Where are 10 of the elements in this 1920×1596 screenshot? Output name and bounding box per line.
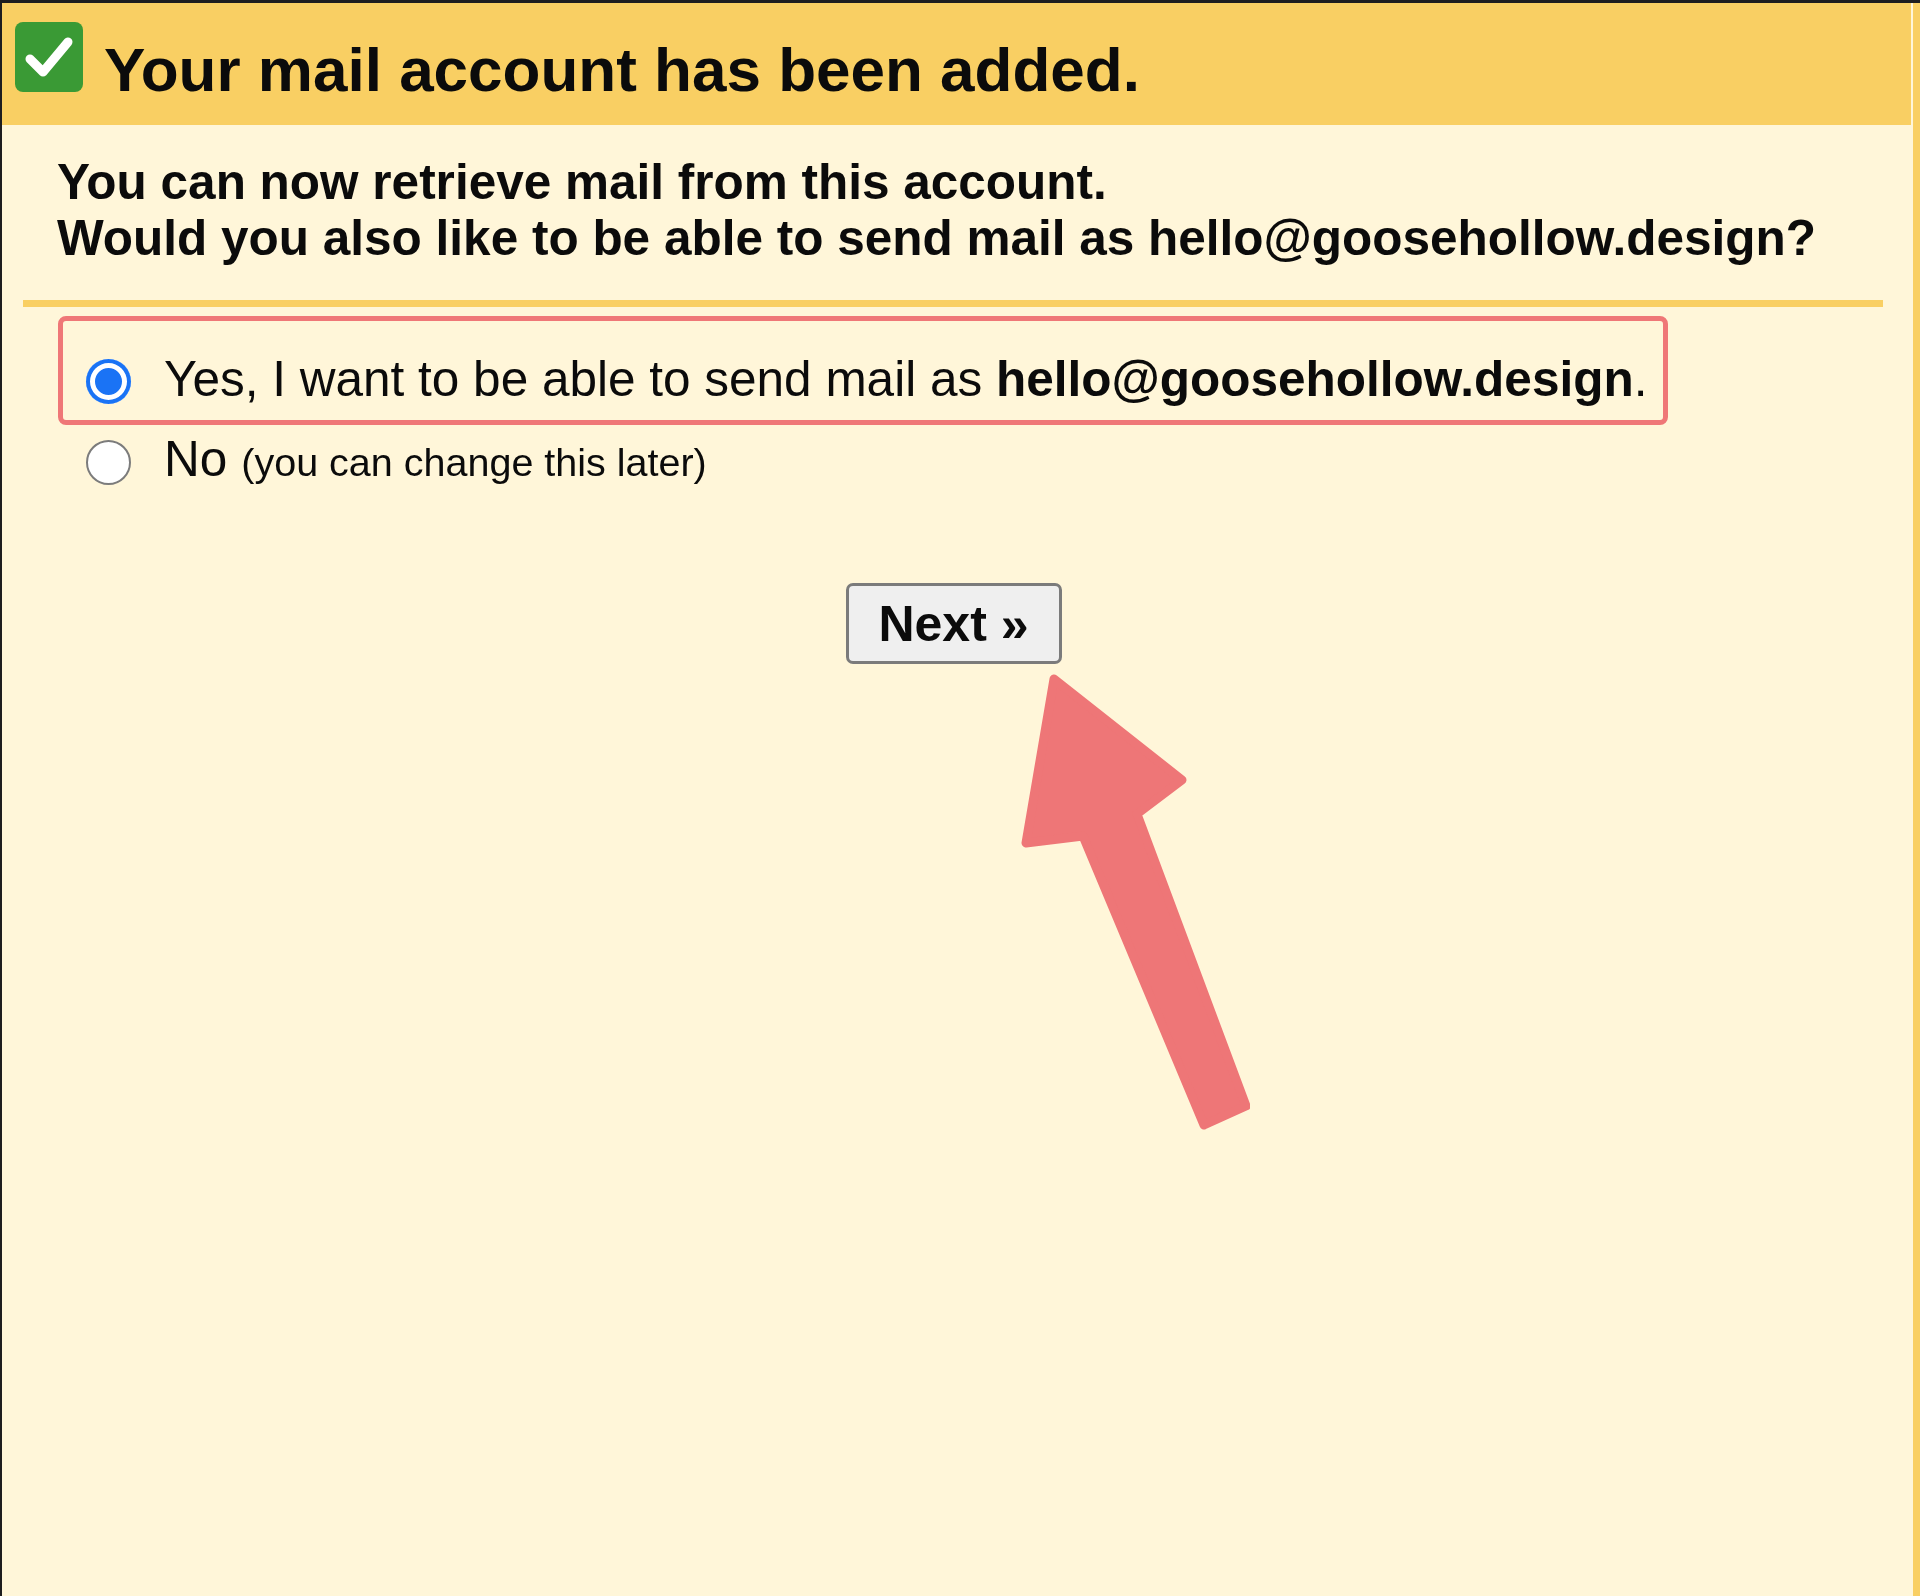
message-text: You can now retrieve mail from this account. bbox=[57, 154, 1107, 210]
checkmark-icon bbox=[15, 22, 83, 92]
option-note: (you can change this later) bbox=[241, 439, 707, 486]
page-title: Your mail account has been added. bbox=[104, 36, 1140, 105]
radio-button[interactable] bbox=[86, 358, 131, 404]
next-button[interactable]: Next » bbox=[845, 583, 1062, 664]
radio-button[interactable] bbox=[86, 440, 131, 485]
option-label: Yes, I want to be able to send mail as hello@goosehollow.design. bbox=[164, 350, 1648, 408]
option-label: No bbox=[164, 430, 228, 488]
message-text: Would you also like to be able to send mail as hello@goosehollow.design? bbox=[57, 210, 1816, 266]
